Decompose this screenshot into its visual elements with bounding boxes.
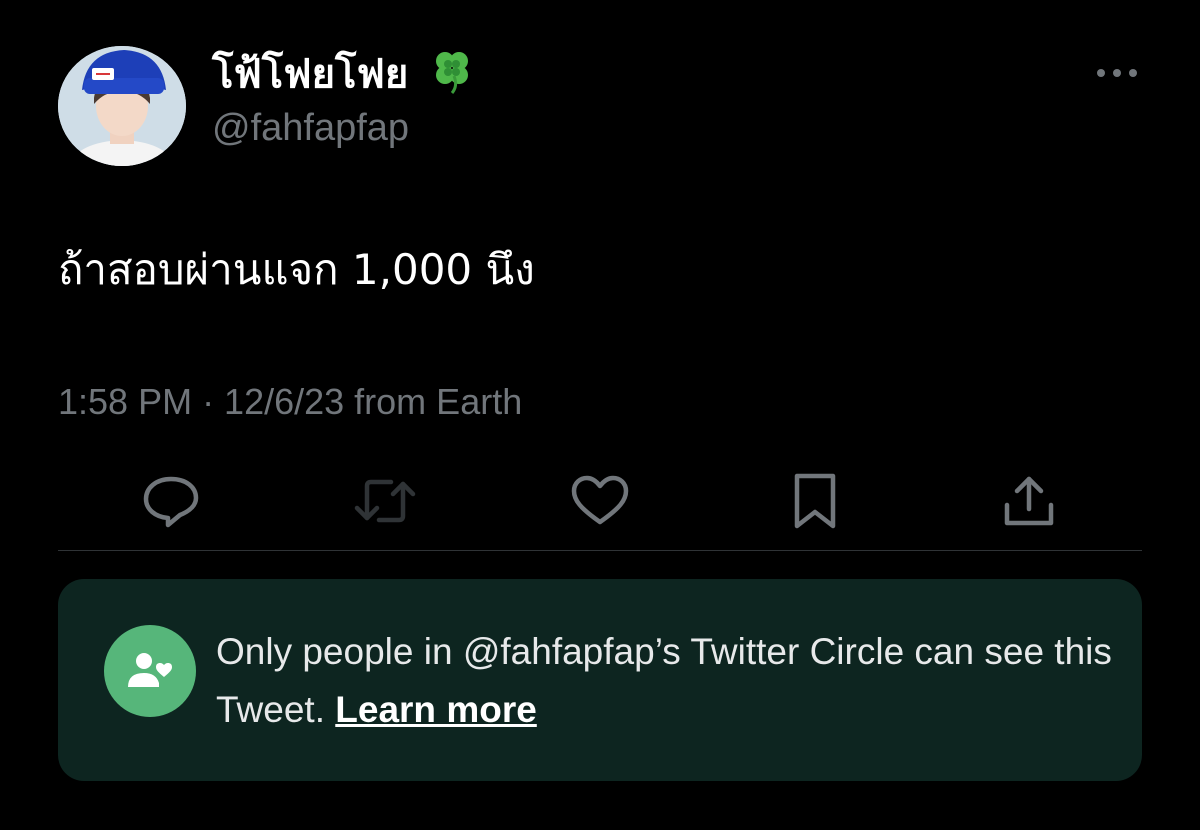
learn-more-link[interactable]: Learn more: [335, 689, 537, 730]
retweet-button[interactable]: [350, 470, 420, 532]
display-name-text: โฟ้โฟยโฟย: [212, 51, 409, 98]
tweet-text: ถ้าสอบผ่านแจก 1,000 นึง: [58, 245, 535, 294]
twitter-circle-notice: Only people in @fahfapfap’s Twitter Circ…: [58, 579, 1142, 781]
like-button[interactable]: [565, 470, 635, 532]
bookmark-button[interactable]: [780, 470, 850, 532]
divider: [58, 550, 1142, 551]
share-button[interactable]: [994, 470, 1064, 532]
bookmark-icon: [794, 473, 836, 529]
tweet-timestamp[interactable]: 1:58 PM · 12/6/23 from Earth: [58, 378, 522, 426]
speech-bubble-icon: [143, 476, 199, 528]
four-leaf-clover-icon: [428, 46, 476, 107]
display-name[interactable]: โฟ้โฟยโฟย: [212, 46, 476, 107]
more-options-icon[interactable]: [1092, 58, 1142, 88]
circle-notice-text: Only people in @fahfapfap’s Twitter Circ…: [216, 623, 1116, 739]
reply-button[interactable]: [136, 470, 206, 532]
retweet-arrows-icon: [354, 479, 416, 523]
upload-arrow-icon: [1004, 476, 1054, 526]
circle-people-heart-icon: [104, 625, 196, 717]
author-handle[interactable]: @fahfapfap: [212, 104, 409, 152]
heart-icon: [571, 475, 629, 525]
avatar[interactable]: [58, 46, 186, 166]
